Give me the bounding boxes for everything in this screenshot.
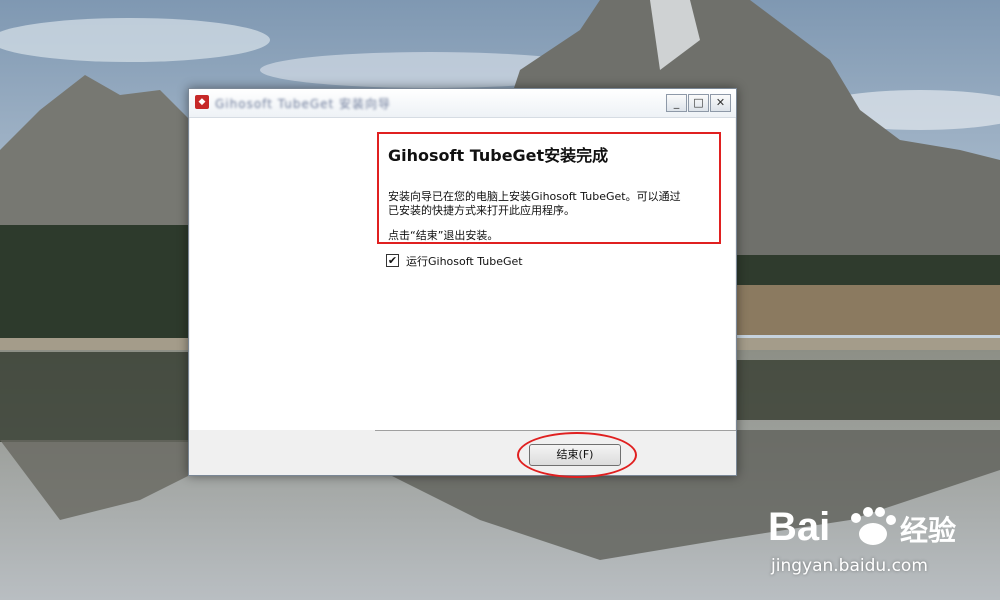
button-area-divider <box>375 430 736 431</box>
close-button[interactable]: ✕ <box>710 94 731 112</box>
highlight-annotation-box: Gihosoft TubeGet安装完成 安装向导已在您的电脑上安装Gihoso… <box>377 132 721 244</box>
jingyan-brand-text: 经验 <box>900 514 956 547</box>
watermark-url: jingyan.baidu.com <box>771 556 928 576</box>
run-app-label[interactable]: 运行Gihosoft TubeGet <box>406 253 523 269</box>
finish-instruction: 点击“结束”退出安装。 <box>388 229 499 242</box>
baidu-jingyan-watermark: Bai 经验 jingyan.baidu.com <box>768 496 998 600</box>
installer-window: ◆ Gihosoft TubeGet 安装向导 _ □ ✕ Gihosoft T… <box>188 88 737 478</box>
title-bar[interactable]: ◆ Gihosoft TubeGet 安装向导 _ □ ✕ <box>189 89 736 118</box>
minimize-button[interactable]: _ <box>666 94 687 112</box>
window-title: Gihosoft TubeGet 安装向导 <box>215 97 392 111</box>
finish-page-content: Gihosoft TubeGet安装完成 安装向导已在您的电脑上安装Gihoso… <box>374 118 735 430</box>
run-app-checkbox[interactable]: ✔ <box>386 254 399 267</box>
finish-heading: Gihosoft TubeGet安装完成 <box>388 146 609 165</box>
finish-button[interactable]: 结束(F) <box>529 444 621 466</box>
baidu-brand-text: Bai <box>768 505 830 549</box>
installer-app-icon: ◆ <box>195 95 209 109</box>
wizard-side-banner <box>190 118 374 430</box>
maximize-button[interactable]: □ <box>688 94 709 112</box>
baidu-logo-icon: Bai 经验 <box>768 505 956 549</box>
finish-description-line2: 已安装的快捷方式来打开此应用程序。 <box>388 204 575 217</box>
